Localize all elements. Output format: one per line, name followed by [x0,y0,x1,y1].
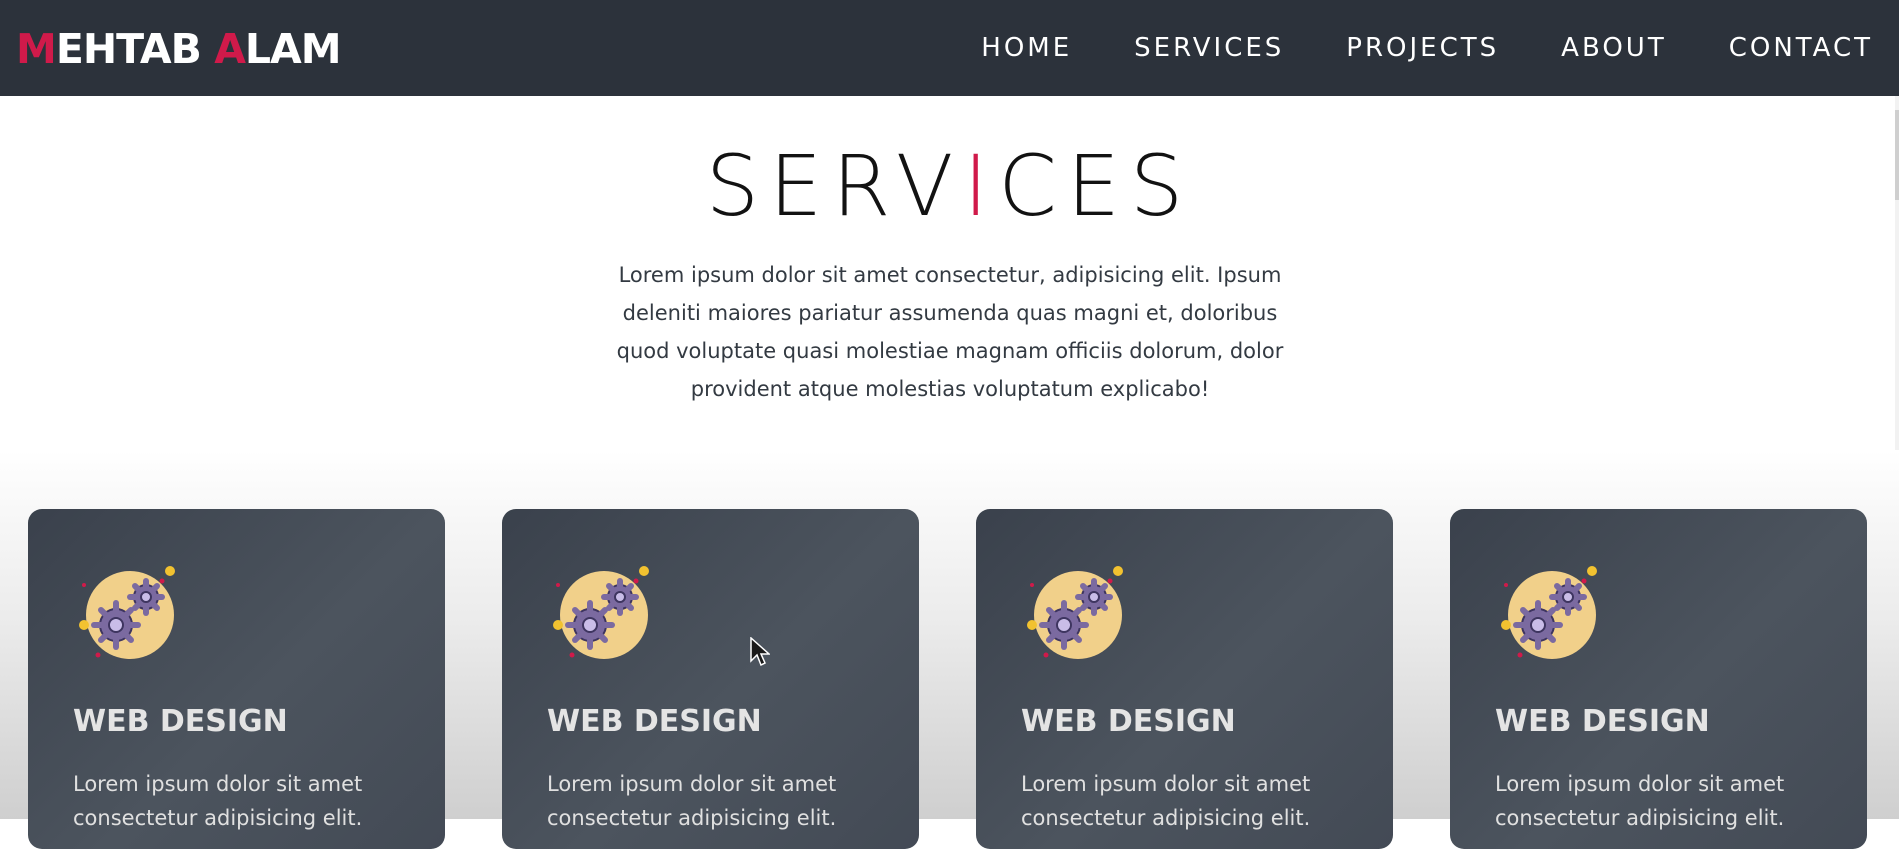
service-card[interactable]: WEB DESIGN Lorem ipsum dolor sit amet co… [502,509,919,849]
site-logo[interactable]: MEHTAB ALAM [16,25,342,73]
service-card[interactable]: WEB DESIGN Lorem ipsum dolor sit amet co… [976,509,1393,849]
mouse-pointer-icon [750,637,770,667]
service-card[interactable]: WEB DESIGN Lorem ipsum dolor sit amet co… [1450,509,1867,849]
gears-icon [1027,566,1123,659]
card-text: Lorem ipsum dolor sit amet consectetur a… [73,772,363,830]
services-intro: Lorem ipsum dolor sit amet consectetur, … [580,256,1320,408]
logo-last-initial: A [214,25,246,73]
intro-line: provident atque molestias voluptatum exp… [690,377,1210,401]
nav-link-projects[interactable]: PROJECTS [1346,33,1499,63]
card-title: WEB DESIGN [1495,704,1710,739]
nav-link-contact[interactable]: CONTACT [1729,33,1873,63]
logo-first-initial: M [16,25,57,73]
card-text: Lorem ipsum dolor sit amet consectetur a… [547,772,837,830]
services-heading-start: SERV [705,137,964,235]
service-card[interactable]: WEB DESIGN Lorem ipsum dolor sit amet co… [28,509,445,849]
logo-first-rest: EHTAB [55,25,215,73]
top-navbar: MEHTAB ALAM HOME SERVICES PROJECTS ABOUT… [0,0,1899,96]
intro-line: Lorem ipsum dolor sit amet consectetur, … [618,263,1282,287]
nav-link-home[interactable]: HOME [981,33,1072,63]
services-heading-accent: I [963,137,999,235]
nav-link-about[interactable]: ABOUT [1561,33,1667,63]
gears-icon [1501,566,1597,659]
gears-icon [79,566,175,659]
intro-line: deleniti maiores pariatur assumenda quas… [622,301,1278,325]
gears-icon [553,566,649,659]
logo-last-rest: LAM [244,25,342,73]
card-text: Lorem ipsum dolor sit amet consectetur a… [1495,772,1785,830]
intro-line: quod voluptate quasi molestiae magnam of… [616,339,1284,363]
services-heading: SERVICES [0,136,1899,236]
card-title: WEB DESIGN [547,704,762,739]
nav-link-services[interactable]: SERVICES [1134,33,1284,63]
card-text: Lorem ipsum dolor sit amet consectetur a… [1021,772,1311,830]
services-heading-end: CES [998,137,1194,235]
card-title: WEB DESIGN [73,704,288,739]
card-title: WEB DESIGN [1021,704,1236,739]
main-nav: HOME SERVICES PROJECTS ABOUT CONTACT [919,0,1873,96]
